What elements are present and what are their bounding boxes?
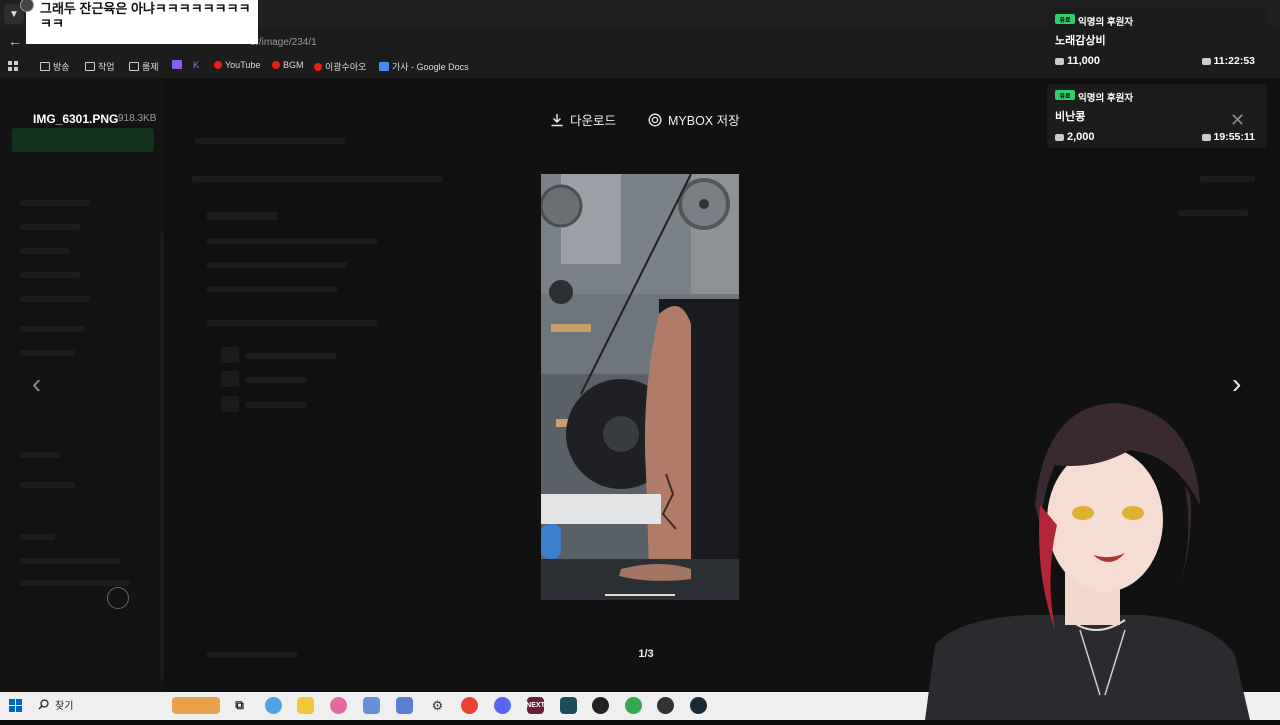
cheese-icon [1055, 133, 1064, 141]
bookmark-item[interactable]: 룸제 [129, 60, 159, 73]
app-icon[interactable] [396, 697, 413, 714]
back-button[interactable]: ← [6, 32, 24, 50]
search-icon [38, 699, 49, 710]
donation-title: 익명의 후원자 [1078, 17, 1134, 28]
bookmark-item[interactable] [172, 60, 182, 69]
donation-title: 익명의 후원자 [1078, 93, 1134, 104]
page-counter: 1/3 [638, 648, 654, 660]
loading-spinner [107, 587, 129, 609]
chevron-left-icon: ‹ [32, 368, 42, 399]
copilot-icon[interactable] [265, 697, 282, 714]
chrome-icon[interactable] [625, 697, 642, 714]
obs-icon[interactable] [592, 697, 609, 714]
donation-alert: 유료 익명의 후원자 노래감상비 11,000 11:22:53 [1047, 8, 1267, 72]
steam-icon[interactable] [690, 697, 707, 714]
mybox-label: MYBOX 저장 [668, 114, 740, 128]
file-explorer-icon[interactable] [297, 697, 314, 714]
bookmark-item[interactable]: YouTube [214, 60, 260, 70]
donation-message: 비난콩 [1055, 111, 1086, 123]
donation-amount: 11,000 [1055, 55, 1100, 67]
app-icon[interactable] [657, 697, 674, 714]
folder-icon [40, 62, 50, 71]
arrow-left-icon: ← [8, 33, 22, 49]
app-icon[interactable] [560, 697, 577, 714]
close-icon: ✕ [1230, 110, 1246, 130]
address-bar[interactable]: er/image/234/1 [250, 37, 317, 48]
app-icon[interactable] [363, 697, 380, 714]
folder-icon [85, 62, 95, 71]
discord-icon[interactable] [494, 697, 511, 714]
chat-message: 그래두 잔근육은 아냐ㅋㅋㅋㅋㅋㅋㅋㅋㅋㅋ [26, 0, 258, 44]
bookmark-item[interactable]: 가사 - Google Docs [379, 60, 469, 73]
start-button[interactable] [9, 699, 22, 712]
bookmark-item[interactable]: K [193, 60, 199, 70]
download-button[interactable]: 다운로드 [550, 110, 616, 129]
settings-icon[interactable]: ⚙ [429, 697, 446, 714]
download-icon [551, 113, 563, 126]
download-label: 다운로드 [570, 114, 617, 128]
chrome-icon[interactable] [461, 697, 478, 714]
donation-amount: 2,000 [1055, 131, 1095, 143]
donation-message: 노래감상비 [1055, 35, 1106, 47]
donation-time: 19:55:11 [1201, 131, 1255, 143]
previous-image-button[interactable]: ‹ [32, 368, 41, 400]
streamer-avatar [895, 395, 1280, 720]
file-name: IMG_6301.PNG [33, 112, 119, 126]
bookmark-item[interactable]: 작업 [85, 60, 115, 73]
cheese-icon [1055, 57, 1064, 65]
bookmark-item[interactable]: BGM [272, 60, 304, 70]
next-app-icon[interactable]: NEXT [526, 697, 545, 714]
paid-badge: 유료 [1055, 14, 1075, 24]
mybox-save-button[interactable]: MYBOX 저장 [648, 110, 740, 129]
mybox-icon [648, 113, 662, 126]
app-icon[interactable] [330, 697, 347, 714]
clock-icon [1201, 57, 1211, 65]
list-icon [172, 60, 182, 69]
youtube-icon [314, 62, 322, 71]
close-viewer-button[interactable]: ✕ [1230, 110, 1245, 131]
task-view-icon[interactable]: ⧉ [231, 697, 248, 714]
bookmark-item[interactable]: 방송 [40, 60, 70, 73]
file-size: 918.3KB [118, 113, 157, 124]
compose-button-backdrop [12, 128, 154, 152]
bookmark-item[interactable]: 이광수아오 [314, 60, 366, 73]
taskbar-search[interactable]: 찾기 [38, 697, 73, 712]
widgets-icon[interactable] [172, 697, 220, 714]
youtube-icon [272, 61, 280, 69]
search-label: 찾기 [55, 701, 74, 712]
image-preview [541, 174, 739, 600]
folder-icon [129, 62, 139, 71]
donation-time: 11:22:53 [1201, 55, 1255, 67]
apps-grid-icon[interactable] [8, 61, 18, 71]
youtube-icon [214, 61, 222, 69]
mail-sidebar-backdrop [0, 78, 165, 692]
docs-icon [379, 62, 389, 71]
paid-badge: 유료 [1055, 90, 1075, 100]
chevron-down-icon: ▼ [9, 8, 19, 20]
sidebar-scrollbar[interactable] [160, 232, 164, 680]
clock-icon [1201, 133, 1211, 141]
